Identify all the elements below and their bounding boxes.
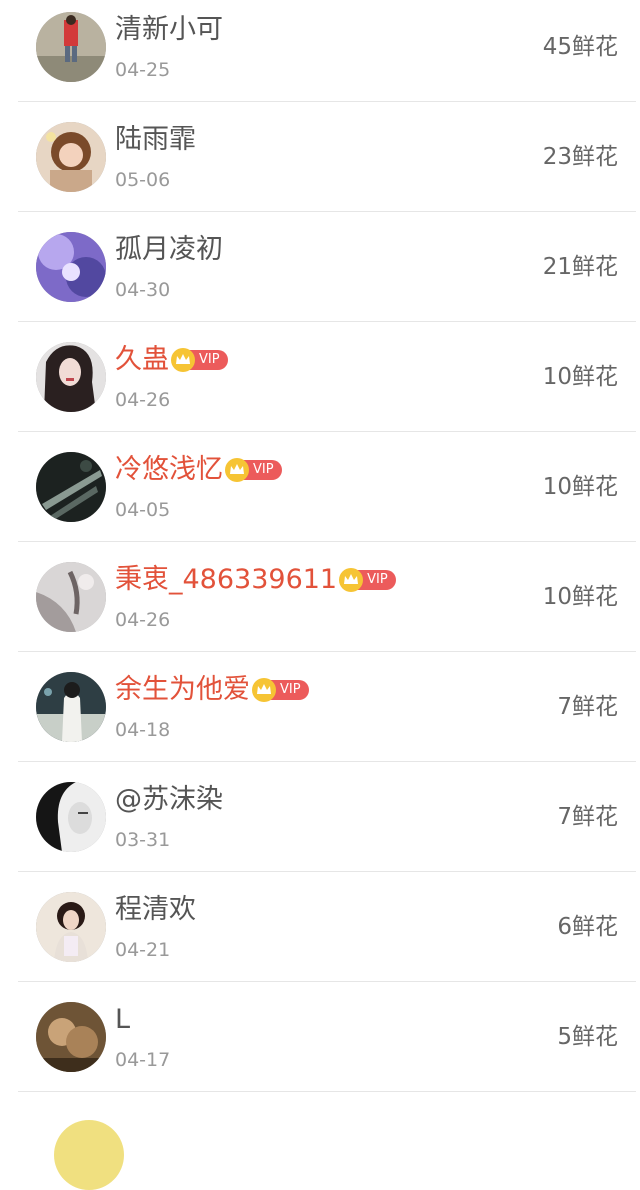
crown-icon	[339, 568, 364, 592]
user-name-line: 孤月凌初 VIP	[115, 233, 223, 267]
list-item[interactable]: @苏沫染 VIP 03-31 7鲜花	[18, 762, 636, 872]
user-name[interactable]: L	[115, 1003, 130, 1037]
gift-date: 04-17	[115, 1049, 171, 1071]
avatar[interactable]	[36, 122, 106, 192]
avatar[interactable]	[36, 562, 106, 632]
gift-date: 04-25	[115, 59, 171, 81]
user-name[interactable]: 余生为他爱	[115, 673, 250, 707]
list-item-partial[interactable]	[18, 1102, 636, 1190]
vip-badge: VIP	[251, 677, 309, 703]
user-name-line: 清新小可 VIP	[115, 13, 223, 47]
user-name-line: 秉衷_486339611 VIP	[115, 563, 396, 597]
list-item[interactable]: 余生为他爱 VIP 04-18 7鲜花	[18, 652, 636, 762]
user-name-line: 余生为他爱 VIP	[115, 673, 309, 707]
vip-badge: VIP	[170, 347, 228, 373]
flower-count: 23鲜花	[542, 144, 618, 170]
flower-count: 10鲜花	[542, 584, 618, 610]
gift-date: 04-18	[115, 719, 171, 741]
flower-count: 6鲜花	[557, 914, 618, 940]
gift-date: 04-26	[115, 389, 171, 411]
flower-count: 45鲜花	[542, 34, 618, 60]
crown-icon	[252, 678, 276, 702]
flower-count: 10鲜花	[542, 364, 618, 390]
user-name-line: 程清欢 VIP	[115, 893, 196, 927]
list-item[interactable]: 久蛊 VIP 04-26 10鲜花	[18, 322, 636, 432]
avatar[interactable]	[54, 1120, 124, 1190]
avatar[interactable]	[36, 12, 106, 82]
flower-count: 7鲜花	[557, 804, 618, 830]
user-name-line: L VIP	[115, 1003, 130, 1037]
gift-date: 04-21	[115, 939, 171, 961]
gift-date: 04-30	[115, 279, 171, 301]
gift-ranking-list: 清新小可 VIP 04-25 45鲜花 陆雨霏 VIP 05-06 23鲜花 孤…	[18, 0, 636, 1092]
vip-badge: VIP	[338, 567, 396, 593]
gift-date: 04-26	[115, 609, 171, 631]
user-name-line: 久蛊 VIP	[115, 343, 228, 377]
flower-count: 5鲜花	[557, 1024, 618, 1050]
user-name[interactable]: 孤月凌初	[115, 233, 223, 267]
user-name[interactable]: 程清欢	[115, 893, 196, 927]
crown-icon	[225, 458, 249, 482]
list-item[interactable]: 孤月凌初 VIP 04-30 21鲜花	[18, 212, 636, 322]
list-item[interactable]: 秉衷_486339611 VIP 04-26 10鲜花	[18, 542, 636, 652]
vip-badge: VIP	[224, 457, 282, 483]
user-name[interactable]: 秉衷_486339611	[115, 563, 337, 597]
list-item[interactable]: 程清欢 VIP 04-21 6鲜花	[18, 872, 636, 982]
avatar[interactable]	[36, 672, 106, 742]
avatar[interactable]	[36, 892, 106, 962]
list-item[interactable]: 陆雨霏 VIP 05-06 23鲜花	[18, 102, 636, 212]
gift-date: 03-31	[115, 829, 171, 851]
avatar[interactable]	[36, 342, 106, 412]
avatar[interactable]	[36, 232, 106, 302]
user-name-line: 陆雨霏 VIP	[115, 123, 196, 157]
gift-date: 05-06	[115, 169, 171, 191]
flower-count: 7鲜花	[557, 694, 618, 720]
user-name[interactable]: 陆雨霏	[115, 123, 196, 157]
flower-count: 21鲜花	[542, 254, 618, 280]
list-item[interactable]: L VIP 04-17 5鲜花	[18, 982, 636, 1092]
crown-icon	[171, 348, 195, 372]
user-name-line: @苏沫染 VIP	[115, 783, 223, 817]
user-name[interactable]: 冷悠浅忆	[115, 453, 223, 487]
user-name[interactable]: 清新小可	[115, 13, 223, 47]
user-name[interactable]: @苏沫染	[115, 783, 223, 817]
avatar[interactable]	[36, 782, 106, 852]
flower-count: 10鲜花	[542, 474, 618, 500]
user-name[interactable]: 久蛊	[115, 343, 169, 377]
list-item[interactable]: 冷悠浅忆 VIP 04-05 10鲜花	[18, 432, 636, 542]
avatar[interactable]	[36, 452, 106, 522]
user-name-line: 冷悠浅忆 VIP	[115, 453, 282, 487]
avatar[interactable]	[36, 1002, 106, 1072]
gift-date: 04-05	[115, 499, 171, 521]
list-item[interactable]: 清新小可 VIP 04-25 45鲜花	[18, 0, 636, 102]
